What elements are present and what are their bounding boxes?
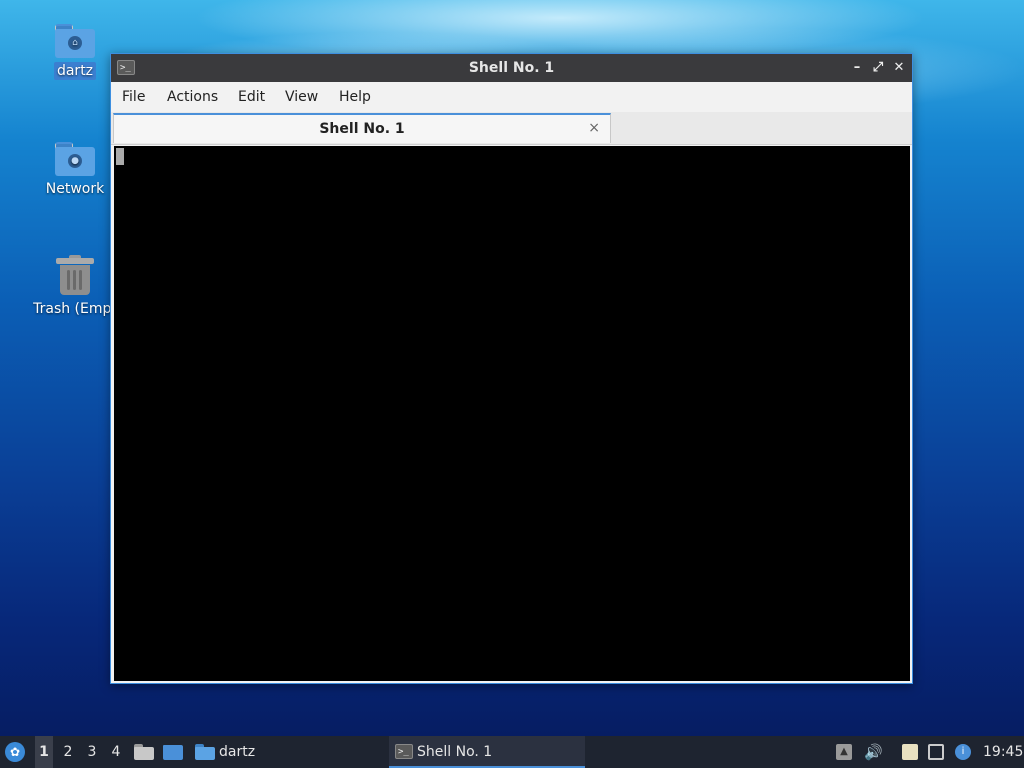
show-desktop-icon[interactable] — [163, 744, 183, 760]
terminal-window[interactable]: >_ Shell No. 1 – ⤢ ✕ File Actions Edit V… — [110, 53, 913, 684]
menu-help[interactable]: Help — [339, 89, 371, 105]
maximize-button[interactable]: ⤢ — [869, 58, 887, 78]
window-title: Shell No. 1 — [468, 60, 555, 76]
folder-task-icon — [195, 744, 215, 760]
desktop-icon-label: Trash (Empt — [33, 301, 117, 317]
task-label: Shell No. 1 — [417, 744, 493, 760]
menu-edit[interactable]: Edit — [238, 89, 265, 105]
file-manager-icon[interactable] — [134, 744, 154, 760]
tab-bar: Shell No. 1 × — [111, 112, 912, 145]
home-folder-icon: ⌂ — [55, 24, 95, 58]
menu-actions[interactable]: Actions — [167, 89, 218, 105]
upload-icon[interactable]: ▲ — [836, 744, 852, 760]
workspace-4[interactable]: 4 — [107, 736, 125, 768]
desktop-icon-label: dartz — [53, 62, 97, 80]
task-shell-1[interactable]: >_ Shell No. 1 — [389, 736, 585, 768]
notification-icon[interactable]: i — [955, 744, 971, 760]
terminal-task-icon: >_ — [395, 744, 413, 759]
clipboard-icon[interactable] — [902, 744, 918, 760]
menu-view[interactable]: View — [285, 89, 318, 105]
text-cursor — [116, 148, 124, 165]
menu-bar: File Actions Edit View Help — [111, 82, 912, 112]
tab-shell-1[interactable]: Shell No. 1 × — [113, 113, 611, 143]
workspace-2[interactable]: 2 — [59, 736, 77, 768]
taskbar: ✿ 1 2 3 4 dartz >_ Shell No. 1 ▲ 🔊 i 19:… — [0, 736, 1024, 768]
desktop-icon-label: Network — [45, 181, 105, 197]
tab-close-icon[interactable]: × — [588, 120, 600, 136]
clock[interactable]: 19:45 — [983, 736, 1023, 768]
trash-icon — [56, 255, 94, 296]
close-button[interactable]: ✕ — [890, 58, 908, 78]
tab-label: Shell No. 1 — [319, 121, 405, 137]
window-titlebar[interactable]: >_ Shell No. 1 – ⤢ ✕ — [111, 54, 912, 82]
workspace-3[interactable]: 3 — [83, 736, 101, 768]
network-icon[interactable] — [928, 744, 944, 760]
menu-file[interactable]: File — [122, 89, 145, 105]
volume-icon[interactable]: 🔊 — [864, 744, 883, 760]
folder-task-label[interactable]: dartz — [219, 736, 255, 768]
start-menu-icon[interactable]: ✿ — [5, 742, 25, 762]
minimize-button[interactable]: – — [848, 58, 866, 78]
terminal-area[interactable] — [114, 146, 910, 681]
network-folder-icon: ● — [55, 142, 95, 176]
workspace-1[interactable]: 1 — [35, 736, 53, 768]
